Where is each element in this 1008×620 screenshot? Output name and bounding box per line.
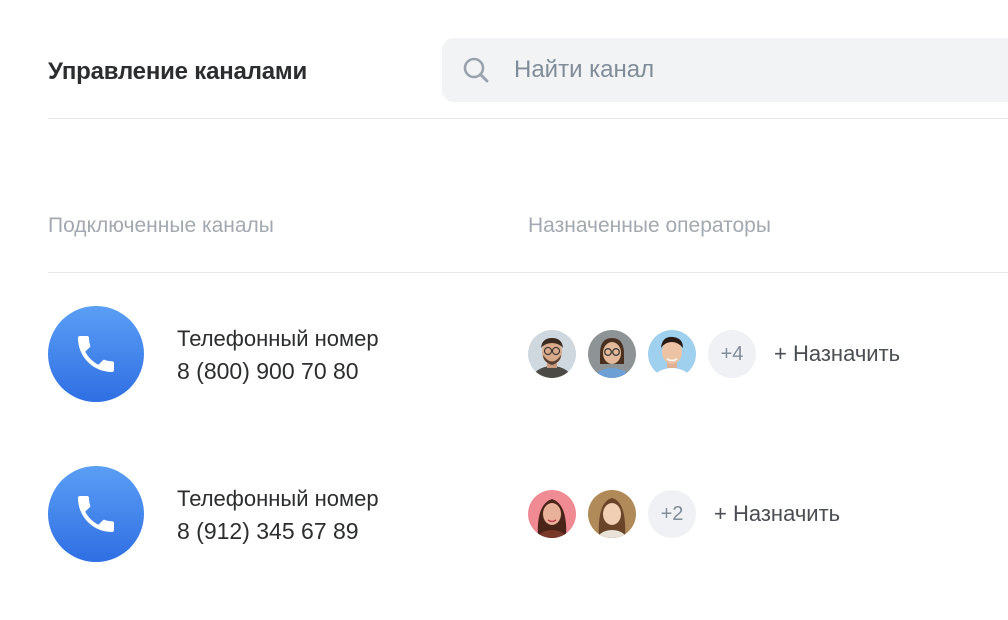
column-header-channels: Подключенные каналы xyxy=(48,214,274,237)
more-operators-badge[interactable]: +4 xyxy=(708,330,756,378)
header-divider xyxy=(48,118,1008,119)
table-header-divider xyxy=(48,272,1008,273)
operator-avatar[interactable] xyxy=(528,330,576,378)
search-icon xyxy=(463,57,489,83)
operator-avatar[interactable] xyxy=(528,490,576,538)
channel-row[interactable]: Телефонный номер 8 (912) 345 67 89 +2 + … xyxy=(48,466,1008,562)
channel-name: Телефонный номер xyxy=(177,326,379,351)
phone-icon xyxy=(48,306,144,402)
channel-row[interactable]: Телефонный номер 8 (800) 900 70 80 +4 + … xyxy=(48,306,1008,402)
column-header-operators: Назначенные операторы xyxy=(528,214,771,237)
operator-avatar[interactable] xyxy=(588,330,636,378)
more-operators-badge[interactable]: +2 xyxy=(648,490,696,538)
header: Управление каналами xyxy=(48,38,1008,102)
channel-number: 8 (800) 900 70 80 xyxy=(177,358,359,384)
operator-list: +2 + Назначить xyxy=(528,490,840,538)
channel-info: Телефонный номер 8 (800) 900 70 80 xyxy=(177,322,379,388)
channel-info: Телефонный номер 8 (912) 345 67 89 xyxy=(177,482,379,548)
page-title: Управление каналами xyxy=(48,58,308,85)
search-bar[interactable] xyxy=(442,38,1008,102)
assign-button[interactable]: + Назначить xyxy=(714,501,840,527)
channel-number: 8 (912) 345 67 89 xyxy=(177,518,359,544)
channel-name: Телефонный номер xyxy=(177,486,379,511)
assign-button[interactable]: + Назначить xyxy=(774,341,900,367)
operator-list: +4 + Назначить xyxy=(528,330,900,378)
operator-avatar[interactable] xyxy=(588,490,636,538)
search-input[interactable] xyxy=(514,38,1008,102)
operator-avatar[interactable] xyxy=(648,330,696,378)
phone-icon xyxy=(48,466,144,562)
